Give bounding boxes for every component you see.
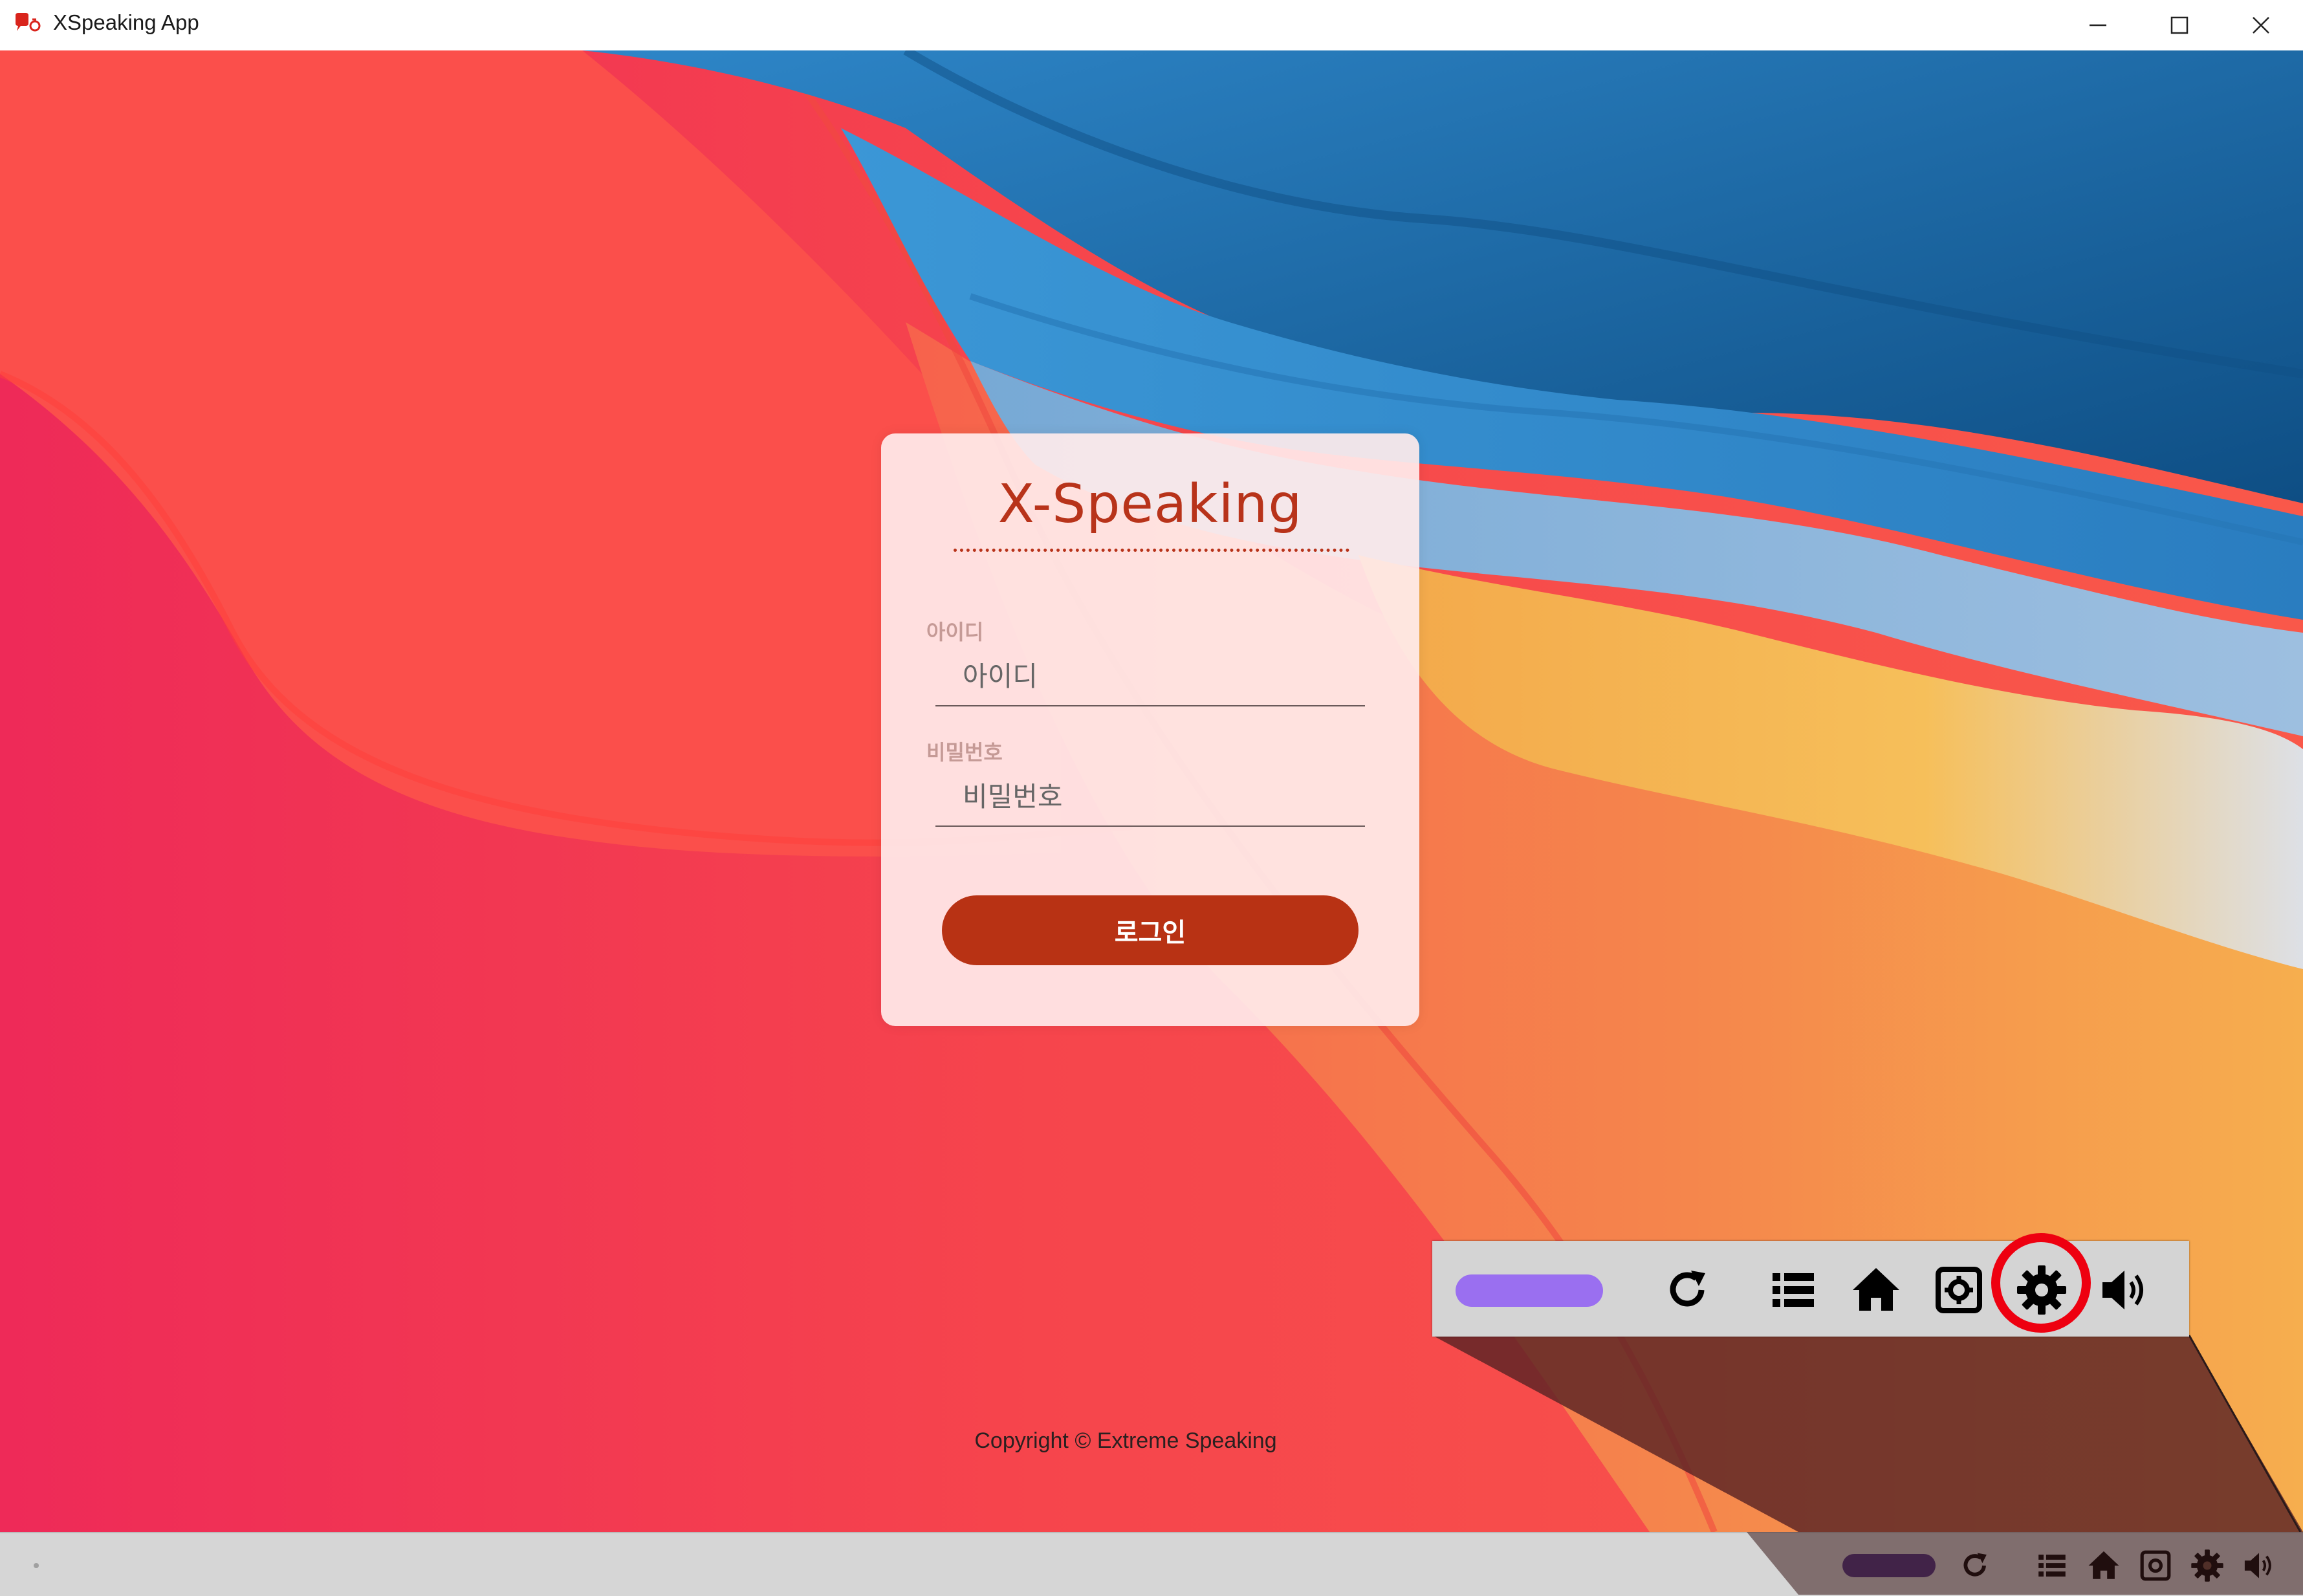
- bottom-home-button[interactable]: [2087, 1549, 2121, 1582]
- minimize-icon: [2090, 24, 2106, 27]
- bottom-volume-button[interactable]: [2242, 1549, 2276, 1582]
- toolbar-list-button[interactable]: [1767, 1264, 1819, 1316]
- refresh-icon: [1963, 1553, 1987, 1577]
- list-icon: [2038, 1555, 2066, 1577]
- app-logo-text: X-Speaking: [998, 474, 1303, 535]
- password-input[interactable]: [935, 767, 1365, 827]
- home-icon: [1853, 1268, 1899, 1311]
- bottom-refresh-button[interactable]: [1959, 1549, 1992, 1582]
- screenshot-icon: [1936, 1267, 1982, 1313]
- app-logo-icon: [16, 13, 41, 32]
- maximize-button[interactable]: [2139, 0, 2220, 50]
- toolbar-status-pill[interactable]: [1456, 1274, 1603, 1307]
- volume-icon: [2244, 1553, 2271, 1579]
- close-button[interactable]: [2220, 0, 2302, 50]
- volume-icon: [2102, 1271, 2143, 1309]
- maximize-icon: [2170, 16, 2188, 34]
- home-icon: [2088, 1551, 2119, 1579]
- close-icon: [2253, 17, 2269, 34]
- bottom-screenshot-button[interactable]: [2139, 1549, 2172, 1582]
- bottom-status-pill[interactable]: [1842, 1554, 1936, 1577]
- screenshot-icon: [2140, 1550, 2171, 1581]
- login-card: X-Speaking 아이디 비밀번호 로그인: [881, 433, 1419, 1026]
- bottom-settings-button[interactable]: [2190, 1549, 2224, 1582]
- toolbar-refresh-button[interactable]: [1663, 1264, 1714, 1316]
- settings-highlight-ring: [1991, 1233, 2091, 1333]
- logo-underline: [954, 549, 1349, 552]
- gear-icon: [2191, 1549, 2223, 1582]
- login-button[interactable]: 로그인: [942, 895, 1359, 965]
- window-title-bar: XSpeaking App: [0, 0, 2303, 51]
- password-label: 비밀번호: [926, 740, 1003, 765]
- id-label: 아이디: [926, 620, 984, 644]
- copyright-text: Copyright © Extreme Speaking: [974, 1428, 1277, 1453]
- refresh-icon: [1670, 1271, 1705, 1307]
- minimize-button[interactable]: [2057, 0, 2139, 50]
- toolbar-volume-button[interactable]: [2099, 1264, 2150, 1316]
- status-dot: [34, 1563, 39, 1568]
- toolbar-home-button[interactable]: [1850, 1264, 1902, 1316]
- bottom-status-bar: [0, 1532, 2303, 1596]
- toolbar-screenshot-button[interactable]: [1933, 1264, 1985, 1316]
- window-title: XSpeaking App: [53, 10, 199, 34]
- list-icon: [1773, 1273, 1814, 1307]
- bottom-list-button[interactable]: [2035, 1549, 2069, 1582]
- id-input[interactable]: [935, 647, 1365, 706]
